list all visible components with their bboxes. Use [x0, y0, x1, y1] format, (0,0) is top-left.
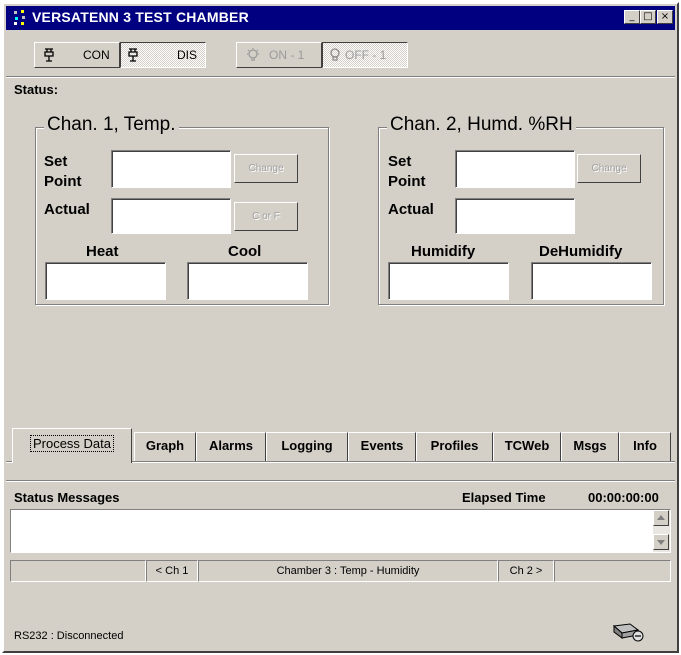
connection-status: RS232 : Disconnected	[14, 630, 124, 642]
off-button[interactable]: OFF - 1	[322, 42, 408, 68]
tab-tcweb[interactable]: TCWeb	[493, 432, 561, 461]
scroll-down-button[interactable]	[653, 534, 669, 550]
chan2-setpoint-label-line1: Set	[388, 153, 412, 170]
close-button[interactable]: ×	[657, 10, 673, 24]
chan2-actual-label: Actual	[388, 201, 434, 218]
connect-label: CON	[83, 48, 110, 62]
window-title: VERSATENN 3 TEST CHAMBER	[32, 9, 249, 25]
chan1-group: Chan. 1, Temp. Set Point Change Actual C…	[35, 114, 329, 305]
tab-logging[interactable]: Logging	[266, 432, 348, 461]
status-divider	[6, 480, 675, 482]
status-messages-title: Status Messages	[14, 490, 120, 505]
chan2-humidify-field	[388, 262, 509, 300]
app-icon	[14, 10, 25, 25]
bulb-on-icon	[247, 48, 259, 61]
tab-process-data[interactable]: Process Data	[12, 428, 132, 463]
bulb-off-icon	[330, 48, 340, 61]
chan1-setpoint-label-line2: Point	[44, 173, 82, 190]
maximize-button[interactable]: □	[640, 10, 656, 24]
chan2-setpoint-field[interactable]	[455, 150, 575, 188]
disconnect-button[interactable]: DIS	[120, 42, 206, 68]
chan1-change-button[interactable]: Change	[234, 154, 298, 183]
chamber-label: Chamber 3 : Temp - Humidity	[198, 560, 498, 582]
tab-events[interactable]: Events	[348, 432, 416, 461]
tab-alarms[interactable]: Alarms	[196, 432, 266, 461]
main-window: VERSATENN 3 TEST CHAMBER _ □ × CON DIS O…	[2, 2, 679, 653]
chan1-cool-label: Cool	[228, 243, 262, 260]
unplug-icon	[128, 48, 138, 62]
chan2-setpoint-label-line2: Point	[388, 173, 426, 190]
chan2-dehumidify-label: DeHumidify	[539, 243, 623, 260]
disconnect-label: DIS	[177, 48, 198, 62]
tab-msgs[interactable]: Msgs	[561, 432, 619, 461]
chan1-actual-label: Actual	[44, 201, 90, 218]
prev-channel-button[interactable]: < Ch 1	[146, 560, 198, 582]
title-bar[interactable]: VERSATENN 3 TEST CHAMBER _ □ ×	[6, 6, 675, 30]
status-label: Status:	[14, 82, 59, 97]
tab-profiles[interactable]: Profiles	[416, 432, 493, 461]
arrow-down-icon	[657, 540, 665, 545]
chan1-setpoint-label-line1: Set	[44, 153, 68, 170]
plug-icon	[44, 48, 54, 62]
modem-icon[interactable]	[610, 620, 646, 644]
status-scrollbar[interactable]	[653, 510, 670, 552]
off-label: OFF - 1	[345, 48, 387, 62]
chan1-cool-field	[187, 262, 308, 300]
chan1-heat-field	[45, 262, 166, 300]
scroll-up-button[interactable]	[653, 510, 669, 526]
elapsed-time-label: Elapsed Time	[462, 490, 546, 505]
nav-cell-right	[554, 560, 671, 582]
chan1-setpoint-field[interactable]	[111, 150, 231, 188]
chan1-actual-field	[111, 198, 231, 234]
arrow-up-icon	[657, 515, 665, 520]
chan2-humidify-label: Humidify	[411, 243, 476, 260]
next-channel-button[interactable]: Ch 2 >	[498, 560, 554, 582]
minimize-button[interactable]: _	[624, 10, 640, 24]
tab-process-data-label: Process Data	[29, 435, 115, 452]
chan2-dehumidify-field	[531, 262, 652, 300]
connect-button[interactable]: CON	[34, 42, 120, 68]
chan2-actual-field	[455, 198, 575, 234]
chan2-change-button[interactable]: Change	[577, 154, 641, 183]
chan2-group: Chan. 2, Humd. %RH Set Point Change Actu…	[378, 114, 664, 305]
chan1-title: Chan. 1, Temp.	[44, 114, 179, 136]
status-messages-box[interactable]	[10, 509, 671, 553]
toolbar-divider	[6, 76, 675, 78]
elapsed-time-value: 00:00:00:00	[588, 490, 659, 505]
on-label: ON - 1	[269, 48, 305, 62]
nav-cell-left	[10, 560, 146, 582]
tab-info[interactable]: Info	[619, 432, 671, 461]
chan1-heat-label: Heat	[86, 243, 119, 260]
chan1-unit-button[interactable]: C or F	[234, 202, 298, 231]
chan2-title: Chan. 2, Humd. %RH	[387, 114, 576, 136]
on-button[interactable]: ON - 1	[236, 42, 322, 68]
tab-graph[interactable]: Graph	[134, 432, 196, 461]
